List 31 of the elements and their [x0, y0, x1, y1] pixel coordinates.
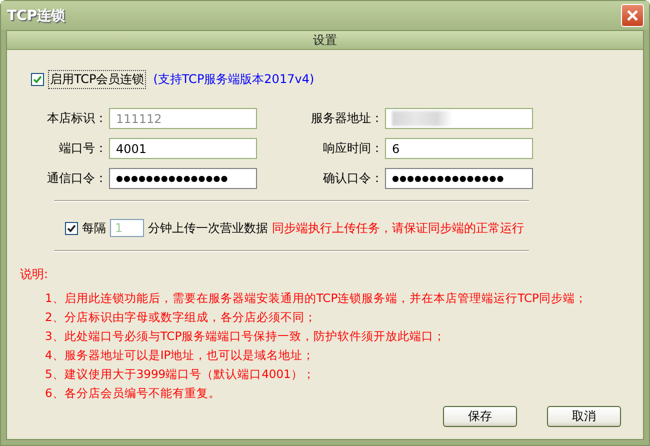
- note-text: 3、此处端口号必须与TCP服务端端口号保持一致，防护软件须开放此端口；: [45, 329, 447, 344]
- field-label: 通信口令：: [46, 170, 107, 187]
- input-field[interactable]: [385, 108, 533, 129]
- window-title: TCP连锁: [7, 6, 66, 24]
- redacted-value-drawing: [392, 111, 452, 126]
- interval-label: 每隔: [82, 220, 106, 236]
- field-label: 确认口令：: [322, 170, 383, 187]
- password-field[interactable]: ●●●●●●●●●●●●●●●: [109, 168, 257, 189]
- password-field[interactable]: ●●●●●●●●●●●●●●●: [385, 168, 533, 189]
- interval-unit: 分钟上传一次营业数据: [148, 220, 268, 236]
- version-note: (支持TCP服务端版本2017v4): [153, 71, 314, 88]
- note-text: 4、服务器地址可以是IP地址，也可以是域名地址；: [45, 348, 316, 363]
- field-label: 本店标识：: [46, 110, 107, 127]
- dialog-button[interactable]: 保存: [443, 406, 517, 427]
- field-label: 服务器地址：: [310, 110, 383, 127]
- dialog-button[interactable]: 取消: [547, 406, 621, 427]
- checkbox[interactable]: [31, 73, 44, 86]
- field-label: 响应时间：: [322, 140, 383, 157]
- close-icon: [626, 9, 639, 22]
- note-text: 1、启用此连锁功能后，需要在服务器端安装通用的TCP连锁服务端，并在本店管理端运行TCP同步端；: [45, 291, 588, 306]
- input-field[interactable]: 6: [385, 138, 533, 159]
- field-label: 端口号：: [58, 140, 107, 157]
- notes-title: 说明:: [20, 266, 50, 283]
- input-field[interactable]: 4001: [109, 138, 257, 159]
- close-button[interactable]: [621, 4, 644, 27]
- note-text: 5、建议使用大于3999端口号（默认端口4001）；: [45, 367, 316, 382]
- note-text: 2、分店标识由字母或数字组成，各分店必须不同；: [45, 310, 318, 325]
- section-title: 设置: [313, 32, 337, 48]
- warning-text: 同步端执行上传任务，请保证同步端的正常运行: [272, 220, 524, 236]
- note-text: 6、各分店会员编号不能有重复。: [45, 386, 222, 401]
- checkbox-label[interactable]: 启用TCP会员连锁: [48, 70, 146, 89]
